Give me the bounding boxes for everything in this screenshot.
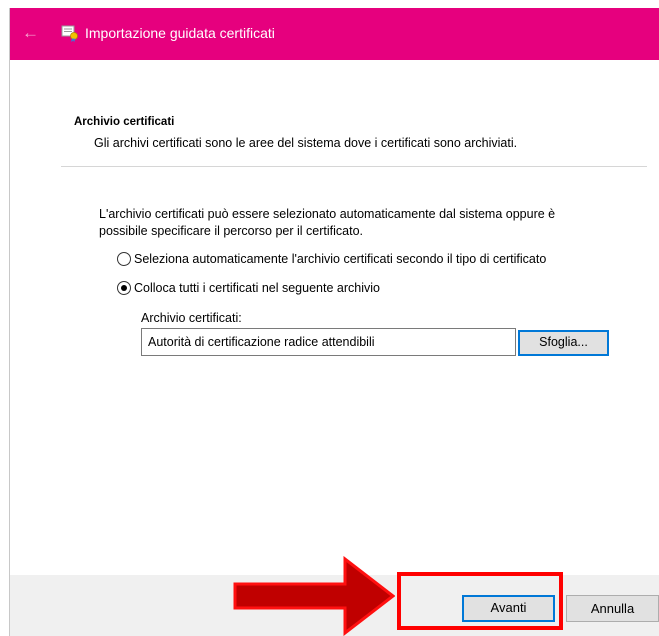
header-separator — [61, 166, 647, 167]
back-arrow-icon[interactable]: ← — [22, 23, 42, 43]
radio-button-automatic[interactable] — [117, 252, 131, 266]
radio-label-automatic[interactable]: Seleziona automaticamente l'archivio cer… — [134, 252, 546, 266]
cancel-button[interactable]: Annulla — [566, 595, 659, 622]
page-description: Gli archivi certificati sono le aree del… — [94, 136, 518, 150]
radio-option-automatic[interactable]: Seleziona automaticamente l'archivio cer… — [117, 252, 546, 266]
certificate-icon — [61, 25, 78, 43]
certificate-import-wizard-window: ← Importazione guidata certificati Archi… — [9, 8, 659, 636]
radio-option-manual[interactable]: Colloca tutti i certificati nel seguente… — [117, 281, 380, 295]
window-title: Importazione guidata certificati — [85, 25, 275, 41]
radio-label-manual[interactable]: Colloca tutti i certificati nel seguente… — [134, 281, 380, 295]
intro-text: L'archivio certificati può essere selezi… — [99, 207, 556, 238]
browse-button[interactable]: Sfoglia... — [518, 330, 609, 356]
store-field[interactable]: Autorità di certificazione radice attend… — [141, 328, 516, 356]
red-arrow-icon — [233, 556, 395, 636]
store-field-label: Archivio certificati: — [141, 311, 242, 325]
title-bar: ← Importazione guidata certificati — [10, 8, 659, 60]
radio-button-manual[interactable] — [117, 281, 131, 295]
page-title: Archivio certificati — [74, 116, 175, 128]
highlight-box-annotation — [397, 572, 563, 630]
